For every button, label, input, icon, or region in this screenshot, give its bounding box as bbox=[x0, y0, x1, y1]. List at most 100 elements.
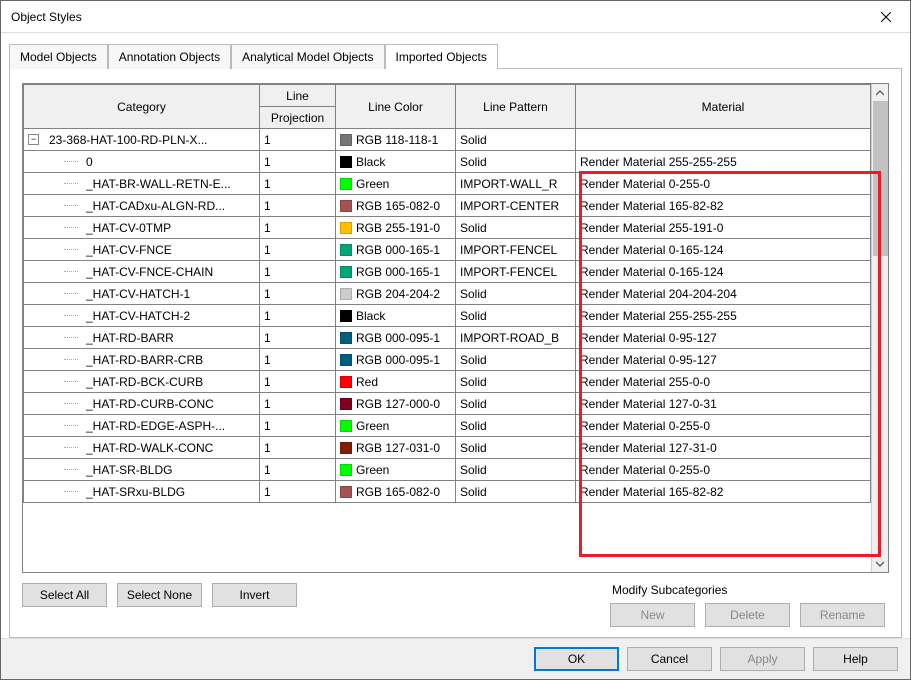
cancel-button[interactable]: Cancel bbox=[627, 647, 712, 671]
line-pattern-cell[interactable]: Solid bbox=[456, 371, 576, 393]
line-pattern-cell[interactable]: Solid bbox=[456, 349, 576, 371]
projection-cell[interactable]: 1 bbox=[260, 195, 336, 217]
projection-cell[interactable]: 1 bbox=[260, 415, 336, 437]
category-cell[interactable]: _HAT-RD-CURB-CONC bbox=[24, 393, 260, 415]
material-cell[interactable]: Render Material 165-82-82 bbox=[576, 195, 871, 217]
delete-subcategory-button[interactable]: Delete bbox=[705, 603, 790, 627]
projection-cell[interactable]: 1 bbox=[260, 481, 336, 503]
rename-subcategory-button[interactable]: Rename bbox=[800, 603, 885, 627]
projection-cell[interactable]: 1 bbox=[260, 151, 336, 173]
projection-cell[interactable]: 1 bbox=[260, 459, 336, 481]
table-row[interactable]: 01BlackSolidRender Material 255-255-255 bbox=[24, 151, 871, 173]
material-cell[interactable]: Render Material 0-165-124 bbox=[576, 239, 871, 261]
new-subcategory-button[interactable]: New bbox=[610, 603, 695, 627]
invert-button[interactable]: Invert bbox=[212, 583, 297, 607]
category-cell[interactable]: _HAT-SRxu-BLDG bbox=[24, 481, 260, 503]
projection-cell[interactable]: 1 bbox=[260, 173, 336, 195]
table-row[interactable]: _HAT-RD-BARR-CRB1RGB 000-095-1SolidRende… bbox=[24, 349, 871, 371]
material-cell[interactable]: Render Material 127-31-0 bbox=[576, 437, 871, 459]
category-cell[interactable]: _HAT-BR-WALL-RETN-E... bbox=[24, 173, 260, 195]
line-pattern-cell[interactable]: Solid bbox=[456, 437, 576, 459]
category-cell[interactable]: _HAT-CV-0TMP bbox=[24, 217, 260, 239]
tab-imported-objects[interactable]: Imported Objects bbox=[385, 44, 498, 69]
scrollbar-thumb[interactable] bbox=[873, 101, 888, 256]
line-pattern-cell[interactable]: Solid bbox=[456, 283, 576, 305]
line-pattern-cell[interactable]: IMPORT-CENTER bbox=[456, 195, 576, 217]
line-pattern-cell[interactable]: Solid bbox=[456, 129, 576, 151]
category-cell[interactable]: _HAT-RD-BARR bbox=[24, 327, 260, 349]
ok-button[interactable]: OK bbox=[534, 647, 619, 671]
table-row[interactable]: _HAT-RD-CURB-CONC1RGB 127-000-0SolidRend… bbox=[24, 393, 871, 415]
material-cell[interactable]: Render Material 255-0-0 bbox=[576, 371, 871, 393]
line-pattern-cell[interactable]: IMPORT-WALL_R bbox=[456, 173, 576, 195]
material-cell[interactable]: Render Material 127-0-31 bbox=[576, 393, 871, 415]
collapse-icon[interactable]: − bbox=[28, 134, 39, 145]
projection-cell[interactable]: 1 bbox=[260, 437, 336, 459]
scroll-down-arrow[interactable] bbox=[872, 555, 888, 572]
projection-cell[interactable]: 1 bbox=[260, 349, 336, 371]
tab-model-objects[interactable]: Model Objects bbox=[9, 44, 108, 69]
line-color-cell[interactable]: RGB 000-165-1 bbox=[336, 239, 456, 261]
table-row[interactable]: _HAT-RD-BARR1RGB 000-095-1IMPORT-ROAD_BR… bbox=[24, 327, 871, 349]
select-all-button[interactable]: Select All bbox=[22, 583, 107, 607]
header-category[interactable]: Category bbox=[24, 85, 260, 129]
line-pattern-cell[interactable]: Solid bbox=[456, 217, 576, 239]
material-cell[interactable]: Render Material 255-255-255 bbox=[576, 305, 871, 327]
header-line[interactable]: Line bbox=[260, 85, 336, 107]
line-color-cell[interactable]: RGB 000-095-1 bbox=[336, 327, 456, 349]
tab-analytical-model-objects[interactable]: Analytical Model Objects bbox=[231, 44, 384, 69]
line-pattern-cell[interactable]: Solid bbox=[456, 415, 576, 437]
material-cell[interactable]: Render Material 255-255-255 bbox=[576, 151, 871, 173]
line-color-cell[interactable]: RGB 204-204-2 bbox=[336, 283, 456, 305]
table-row[interactable]: _HAT-RD-EDGE-ASPH-...1GreenSolidRender M… bbox=[24, 415, 871, 437]
line-pattern-cell[interactable]: Solid bbox=[456, 305, 576, 327]
table-row[interactable]: _HAT-CV-FNCE1RGB 000-165-1IMPORT-FENCELR… bbox=[24, 239, 871, 261]
close-button[interactable] bbox=[863, 2, 908, 32]
header-material[interactable]: Material bbox=[576, 85, 871, 129]
line-pattern-cell[interactable]: IMPORT-FENCEL bbox=[456, 261, 576, 283]
header-line-color[interactable]: Line Color bbox=[336, 85, 456, 129]
line-pattern-cell[interactable]: Solid bbox=[456, 459, 576, 481]
category-cell[interactable]: _HAT-RD-WALK-CONC bbox=[24, 437, 260, 459]
line-color-cell[interactable]: Green bbox=[336, 459, 456, 481]
projection-cell[interactable]: 1 bbox=[260, 261, 336, 283]
category-cell[interactable]: _HAT-RD-BARR-CRB bbox=[24, 349, 260, 371]
tab-annotation-objects[interactable]: Annotation Objects bbox=[108, 44, 231, 69]
table-row[interactable]: _HAT-SRxu-BLDG1RGB 165-082-0SolidRender … bbox=[24, 481, 871, 503]
table-row[interactable]: −23-368-HAT-100-RD-PLN-X...1RGB 118-118-… bbox=[24, 129, 871, 151]
table-row[interactable]: _HAT-CV-0TMP1RGB 255-191-0SolidRender Ma… bbox=[24, 217, 871, 239]
category-cell[interactable]: 0 bbox=[24, 151, 260, 173]
line-color-cell[interactable]: RGB 127-000-0 bbox=[336, 393, 456, 415]
material-cell[interactable]: Render Material 0-255-0 bbox=[576, 173, 871, 195]
projection-cell[interactable]: 1 bbox=[260, 129, 336, 151]
table-row[interactable]: _HAT-RD-BCK-CURB1RedSolidRender Material… bbox=[24, 371, 871, 393]
material-cell[interactable]: Render Material 0-255-0 bbox=[576, 415, 871, 437]
line-color-cell[interactable]: Black bbox=[336, 151, 456, 173]
line-color-cell[interactable]: Green bbox=[336, 173, 456, 195]
projection-cell[interactable]: 1 bbox=[260, 283, 336, 305]
line-pattern-cell[interactable]: IMPORT-FENCEL bbox=[456, 239, 576, 261]
category-cell[interactable]: _HAT-RD-EDGE-ASPH-... bbox=[24, 415, 260, 437]
category-cell[interactable]: _HAT-CV-FNCE-CHAIN bbox=[24, 261, 260, 283]
projection-cell[interactable]: 1 bbox=[260, 305, 336, 327]
line-color-cell[interactable]: RGB 255-191-0 bbox=[336, 217, 456, 239]
category-cell[interactable]: _HAT-CV-FNCE bbox=[24, 239, 260, 261]
line-color-cell[interactable]: RGB 127-031-0 bbox=[336, 437, 456, 459]
material-cell[interactable] bbox=[576, 129, 871, 151]
category-cell[interactable]: _HAT-SR-BLDG bbox=[24, 459, 260, 481]
table-row[interactable]: _HAT-BR-WALL-RETN-E...1GreenIMPORT-WALL_… bbox=[24, 173, 871, 195]
table-row[interactable]: _HAT-CV-HATCH-21BlackSolidRender Materia… bbox=[24, 305, 871, 327]
table-row[interactable]: _HAT-SR-BLDG1GreenSolidRender Material 0… bbox=[24, 459, 871, 481]
header-projection[interactable]: Projection bbox=[260, 107, 336, 129]
table-row[interactable]: _HAT-CV-HATCH-11RGB 204-204-2SolidRender… bbox=[24, 283, 871, 305]
apply-button[interactable]: Apply bbox=[720, 647, 805, 671]
vertical-scrollbar[interactable] bbox=[871, 84, 888, 572]
line-pattern-cell[interactable]: Solid bbox=[456, 393, 576, 415]
header-line-pattern[interactable]: Line Pattern bbox=[456, 85, 576, 129]
material-cell[interactable]: Render Material 0-255-0 bbox=[576, 459, 871, 481]
line-pattern-cell[interactable]: Solid bbox=[456, 481, 576, 503]
category-cell[interactable]: _HAT-CV-HATCH-2 bbox=[24, 305, 260, 327]
material-cell[interactable]: Render Material 0-95-127 bbox=[576, 349, 871, 371]
line-color-cell[interactable]: RGB 000-095-1 bbox=[336, 349, 456, 371]
line-color-cell[interactable]: Black bbox=[336, 305, 456, 327]
